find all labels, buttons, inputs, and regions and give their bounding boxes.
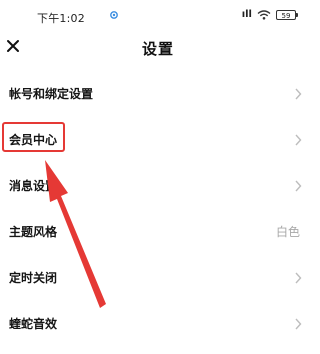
- menu-item-label: 消息设置: [9, 179, 58, 193]
- menu-item-label: 蝰蛇音效: [9, 317, 58, 331]
- notification-icon: [110, 11, 118, 19]
- menu-item-label: 定时关闭: [9, 271, 58, 285]
- menu-item-sleep-timer[interactable]: 定时关闭: [0, 256, 316, 302]
- menu-item-vip-center[interactable]: 会员中心: [0, 118, 316, 164]
- menu-item-viper-sound[interactable]: 蝰蛇音效: [0, 302, 316, 348]
- chevron-right-icon: [295, 88, 302, 100]
- menu-item-label: 会员中心: [9, 133, 58, 147]
- menu-item-account-binding[interactable]: 帐号和绑定设置: [0, 72, 316, 118]
- menu-item-value: 白色: [275, 225, 300, 239]
- wifi-icon: [257, 9, 271, 20]
- menu-item-label: 主题风格: [9, 225, 58, 239]
- chevron-right-icon: [295, 272, 302, 284]
- chevron-right-icon: [295, 180, 302, 192]
- status-icons: ıll 59: [241, 9, 298, 20]
- status-time: 下午1:02: [37, 12, 85, 25]
- status-bar: 下午1:02 ıll 59: [0, 0, 316, 32]
- settings-menu: 帐号和绑定设置 会员中心 消息设置 主题风格 白色 定时关闭 蝰蛇音效: [0, 72, 316, 348]
- header: 设置: [0, 32, 316, 66]
- menu-item-label: 帐号和绑定设置: [9, 87, 94, 101]
- page-title: 设置: [141, 40, 174, 58]
- menu-item-message-settings[interactable]: 消息设置: [0, 164, 316, 210]
- signal-icon: ıll: [241, 9, 252, 20]
- menu-item-theme-style[interactable]: 主题风格 白色: [0, 210, 316, 256]
- chevron-right-icon: [295, 134, 302, 146]
- battery-icon: 59: [276, 9, 298, 20]
- chevron-right-icon: [295, 318, 302, 330]
